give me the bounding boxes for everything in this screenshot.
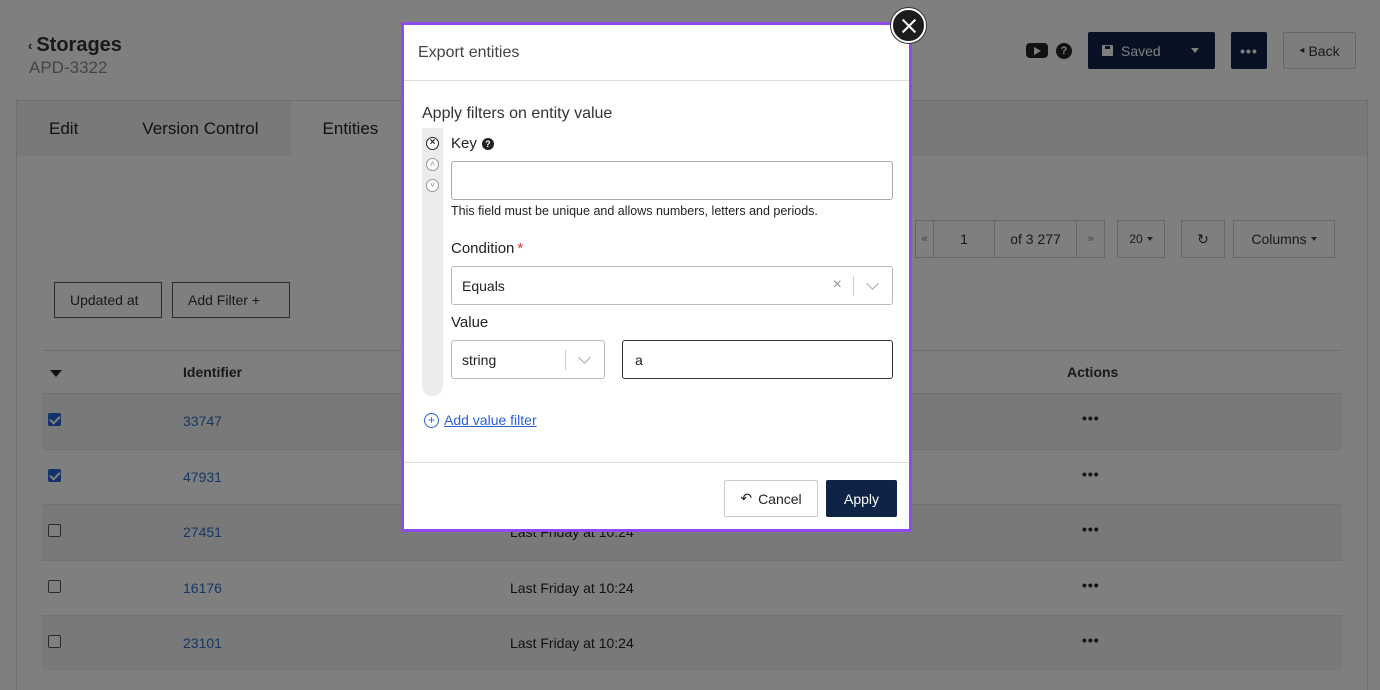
export-entities-dialog: Export entities Apply filters on entity …	[401, 22, 912, 532]
required-mark: *	[517, 240, 524, 257]
value-type-select[interactable]: string	[451, 340, 605, 379]
plus-circle-icon: +	[424, 412, 439, 428]
cancel-button[interactable]: ↶ Cancel	[724, 480, 818, 517]
value-type-value: string	[462, 351, 497, 368]
move-up-icon[interactable]: ˄	[426, 158, 439, 171]
value-input[interactable]	[622, 340, 893, 379]
key-label-text: Key	[451, 135, 477, 152]
condition-label: Condition *	[451, 240, 523, 257]
dialog-footer: ↶ Cancel Apply	[404, 462, 909, 529]
add-value-filter-link[interactable]: + Add value filter	[424, 412, 537, 428]
value-label: Value	[451, 314, 489, 331]
filters-section-title: Apply filters on entity value	[422, 105, 613, 122]
dialog-title: Export entities	[418, 43, 520, 61]
condition-select[interactable]: Equals ×	[451, 266, 893, 305]
help-icon[interactable]: ?	[481, 137, 494, 150]
apply-button[interactable]: Apply	[826, 480, 897, 517]
add-value-filter-label: Add value filter	[444, 412, 537, 428]
clear-icon[interactable]: ×	[833, 276, 842, 294]
select-separator	[853, 276, 854, 296]
chevron-down-icon[interactable]	[578, 351, 591, 364]
cancel-label: Cancel	[758, 490, 802, 507]
chevron-down-icon[interactable]	[866, 277, 879, 290]
dialog-header: Export entities	[404, 25, 909, 81]
condition-value: Equals	[462, 277, 505, 294]
key-hint: This field must be unique and allows num…	[451, 204, 818, 218]
move-down-icon[interactable]: ˅	[426, 179, 439, 192]
close-dialog-button[interactable]	[891, 8, 926, 43]
remove-filter-icon[interactable]: ×	[426, 137, 439, 150]
undo-icon: ↶	[740, 490, 753, 506]
key-label: Key ?	[451, 135, 494, 152]
key-input[interactable]	[451, 161, 893, 200]
condition-label-text: Condition	[451, 240, 515, 257]
select-separator	[565, 350, 566, 370]
